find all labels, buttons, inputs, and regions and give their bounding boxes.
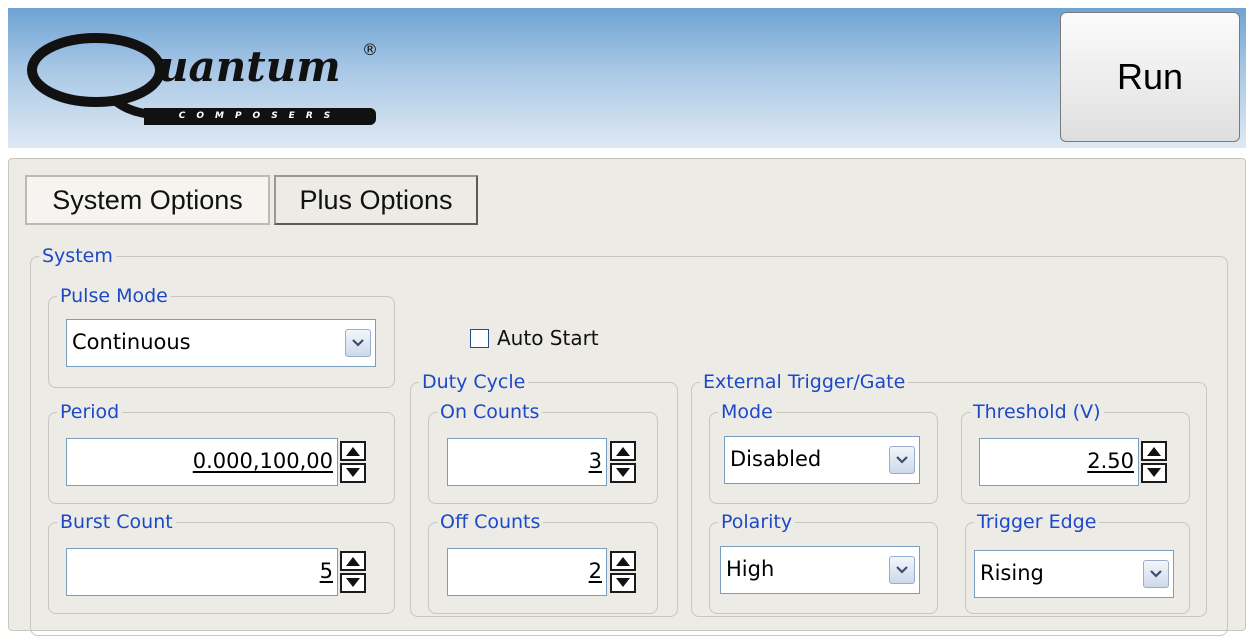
- on-counts-spinner[interactable]: [610, 441, 636, 483]
- spin-down-icon[interactable]: [610, 463, 636, 483]
- logo-subtitle: COMPOSERS: [144, 108, 376, 125]
- off-counts-value: 2: [588, 559, 602, 583]
- off-counts-spinner[interactable]: [610, 551, 636, 593]
- polarity-value: High: [726, 557, 775, 581]
- tab-plus-options[interactable]: Plus Options: [274, 175, 478, 225]
- on-counts-legend: On Counts: [437, 400, 543, 424]
- chevron-down-icon[interactable]: [345, 329, 371, 357]
- tab-system-options[interactable]: System Options: [25, 175, 270, 225]
- chevron-down-icon[interactable]: [1143, 560, 1169, 588]
- run-button[interactable]: Run: [1060, 12, 1240, 142]
- threshold-value: 2.50: [1087, 449, 1134, 473]
- spin-up-icon[interactable]: [340, 441, 366, 461]
- spin-up-icon[interactable]: [1141, 441, 1167, 461]
- off-counts-legend: Off Counts: [437, 510, 544, 534]
- burst-count-spinner[interactable]: [340, 551, 366, 593]
- pulse-mode-select[interactable]: Continuous: [66, 319, 376, 367]
- spin-down-icon[interactable]: [1141, 463, 1167, 483]
- polarity-select[interactable]: High: [720, 546, 920, 594]
- polarity-legend: Polarity: [718, 510, 796, 534]
- mode-legend: Mode: [718, 400, 776, 424]
- period-spinner[interactable]: [340, 441, 366, 483]
- mode-select[interactable]: Disabled: [724, 436, 920, 484]
- spin-down-icon[interactable]: [340, 573, 366, 593]
- threshold-input[interactable]: 2.50: [979, 438, 1139, 486]
- burst-count-legend: Burst Count: [57, 510, 176, 534]
- external-trigger-legend: External Trigger/Gate: [700, 370, 909, 394]
- auto-start-checkbox[interactable]: [470, 329, 489, 348]
- trigger-edge-value: Rising: [980, 561, 1044, 585]
- spin-down-icon[interactable]: [340, 463, 366, 483]
- period-legend: Period: [57, 400, 123, 424]
- on-counts-input[interactable]: 3: [447, 438, 607, 486]
- burst-count-input[interactable]: 5: [66, 548, 338, 596]
- logo-registered-mark: ®: [362, 40, 378, 59]
- quantum-composers-logo: uantum ® COMPOSERS: [26, 26, 406, 136]
- on-counts-value: 3: [588, 449, 602, 473]
- off-counts-input[interactable]: 2: [447, 548, 607, 596]
- duty-cycle-legend: Duty Cycle: [419, 370, 529, 394]
- burst-count-value: 5: [319, 559, 333, 583]
- chevron-down-icon[interactable]: [889, 556, 915, 584]
- period-input[interactable]: 0.000,100,00: [66, 438, 338, 486]
- pulse-mode-value: Continuous: [72, 330, 191, 354]
- logo-q-swoosh-icon: [27, 33, 165, 119]
- spin-up-icon[interactable]: [610, 551, 636, 571]
- spin-down-icon[interactable]: [610, 573, 636, 593]
- mode-value: Disabled: [730, 447, 822, 471]
- trigger-edge-legend: Trigger Edge: [974, 510, 1100, 534]
- auto-start-label[interactable]: Auto Start: [497, 324, 599, 352]
- trigger-edge-select[interactable]: Rising: [974, 550, 1174, 598]
- threshold-legend: Threshold (V): [970, 400, 1104, 424]
- spin-up-icon[interactable]: [340, 551, 366, 571]
- system-legend: System: [39, 244, 116, 268]
- period-value: 0.000,100,00: [192, 449, 333, 473]
- spin-up-icon[interactable]: [610, 441, 636, 461]
- chevron-down-icon[interactable]: [889, 446, 915, 474]
- threshold-spinner[interactable]: [1141, 441, 1167, 483]
- pulse-mode-legend: Pulse Mode: [57, 284, 171, 308]
- logo-word: uantum: [158, 42, 341, 91]
